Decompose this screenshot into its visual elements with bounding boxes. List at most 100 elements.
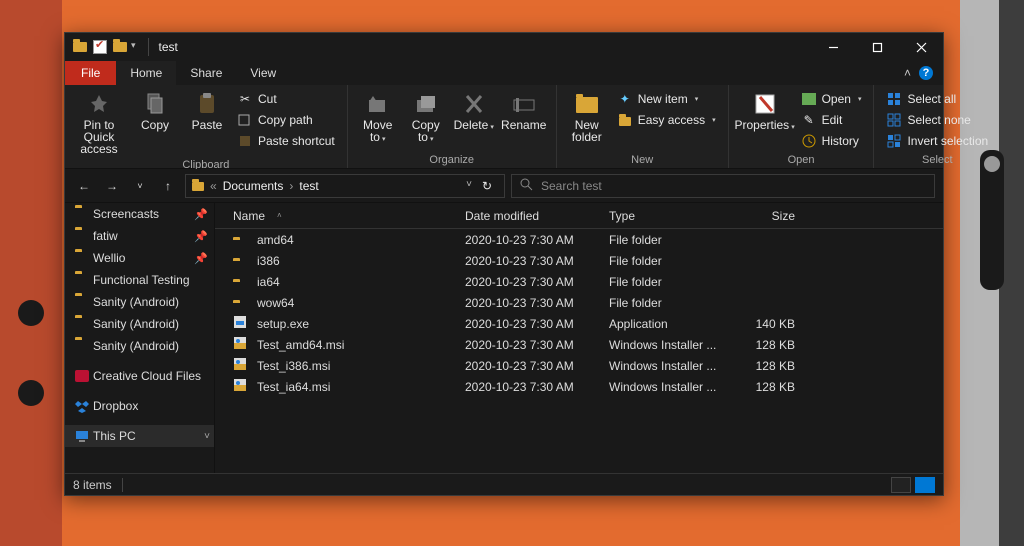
msi-icon [233, 336, 249, 353]
qat-customize-icon[interactable]: ▾ [131, 40, 136, 54]
easy-access-label: Easy access [638, 113, 705, 127]
close-button[interactable] [899, 33, 943, 61]
paste-shortcut-label: Paste shortcut [258, 134, 335, 148]
pin-icon: 📌 [194, 252, 208, 265]
paste-button[interactable]: Paste [185, 88, 229, 134]
invert-selection-label: Invert selection [907, 134, 988, 148]
chevron-right-icon[interactable]: › [289, 179, 293, 193]
tab-file[interactable]: File [65, 61, 116, 85]
new-folder-button[interactable]: New folder [565, 88, 609, 146]
file-type: File folder [609, 275, 729, 289]
table-row[interactable]: Test_i386.msi2020-10-23 7:30 AMWindows I… [215, 355, 943, 376]
table-row[interactable]: wow642020-10-23 7:30 AMFile folder [215, 292, 943, 313]
table-row[interactable]: Test_ia64.msi2020-10-23 7:30 AMWindows I… [215, 376, 943, 397]
edit-button[interactable]: ✎Edit [797, 111, 866, 129]
copy-icon [142, 91, 168, 117]
sidebar-dropbox-label: Dropbox [93, 399, 138, 413]
nav-up-button[interactable]: ↑ [157, 175, 179, 197]
minimize-button[interactable] [811, 33, 855, 61]
sidebar-item[interactable]: Sanity (Android) [65, 313, 214, 335]
copy-button[interactable]: Copy [129, 88, 181, 134]
exe-icon [233, 315, 249, 332]
titlebar[interactable]: ▾ test [65, 33, 943, 61]
expand-icon[interactable]: ˅ [204, 431, 210, 442]
help-icon[interactable]: ? [919, 66, 933, 80]
nav-forward-button[interactable]: → [101, 175, 123, 197]
properties-button[interactable]: Properties▾ [737, 88, 793, 137]
open-button[interactable]: Open▾ [797, 90, 866, 108]
sidebar-dropbox[interactable]: Dropbox [65, 395, 214, 417]
invert-selection-icon [886, 133, 902, 149]
new-item-label: New item [638, 92, 688, 106]
address-bar[interactable]: « Documents › test ˅ ↻ [185, 174, 505, 198]
sidebar-this-pc[interactable]: This PC ˅ [65, 425, 214, 447]
sidebar-item[interactable]: Sanity (Android) [65, 291, 214, 313]
nav-recent-button[interactable]: ˅ [129, 175, 151, 197]
table-row[interactable]: setup.exe2020-10-23 7:30 AMApplication14… [215, 313, 943, 334]
easy-access-icon [617, 112, 633, 128]
table-row[interactable]: i3862020-10-23 7:30 AMFile folder [215, 250, 943, 271]
rename-button[interactable]: Rename [500, 88, 548, 134]
tab-home[interactable]: Home [116, 61, 176, 85]
easy-access-button[interactable]: Easy access▾ [613, 111, 720, 129]
organize-group-label: Organize [356, 153, 548, 166]
sidebar-item[interactable]: fatiw📌 [65, 225, 214, 247]
file-explorer-window: ▾ test File Home Share View ˄ ? Pin to Q… [64, 32, 944, 496]
table-row[interactable]: ia642020-10-23 7:30 AMFile folder [215, 271, 943, 292]
ribbon-group-open: Properties▾ Open▾ ✎Edit History Open [729, 85, 875, 168]
copy-to-button[interactable]: Copy to▾ [404, 88, 448, 149]
view-large-icons-button[interactable] [915, 477, 935, 493]
column-name[interactable]: Name˄ [215, 209, 465, 223]
file-name: setup.exe [257, 317, 465, 331]
column-type[interactable]: Type [609, 209, 729, 223]
qat-properties-icon[interactable] [93, 40, 107, 54]
new-item-button[interactable]: ✦New item▾ [613, 90, 720, 108]
maximize-button[interactable] [855, 33, 899, 61]
move-to-button[interactable]: Move to▾ [356, 88, 400, 149]
search-icon [520, 178, 533, 194]
breadcrumb-current[interactable]: test [299, 179, 318, 193]
file-date: 2020-10-23 7:30 AM [465, 359, 609, 373]
sidebar-creative-cloud[interactable]: Creative Cloud Files [65, 365, 214, 387]
delete-button[interactable]: Delete▾ [452, 88, 496, 137]
cut-button[interactable]: ✂Cut [233, 90, 339, 108]
tab-view[interactable]: View [236, 61, 290, 85]
table-row[interactable]: Test_amd64.msi2020-10-23 7:30 AMWindows … [215, 334, 943, 355]
select-none-button[interactable]: Select none [882, 111, 992, 129]
tab-share[interactable]: Share [176, 61, 236, 85]
file-name: Test_i386.msi [257, 359, 465, 373]
qat-newfolder-icon[interactable] [113, 42, 127, 52]
ribbon-tabs: File Home Share View ˄ ? [65, 61, 943, 85]
search-input[interactable]: Search test [511, 174, 935, 198]
navigation-pane[interactable]: Screencasts📌fatiw📌Wellio📌Functional Test… [65, 203, 215, 473]
file-name: ia64 [257, 275, 465, 289]
sidebar-item[interactable]: Functional Testing [65, 269, 214, 291]
column-headers: Name˄ Date modified Type Size [215, 203, 943, 229]
view-details-button[interactable] [891, 477, 911, 493]
new-folder-label: New folder [567, 119, 607, 143]
invert-selection-button[interactable]: Invert selection [882, 132, 992, 150]
select-all-button[interactable]: Select all [882, 90, 992, 108]
file-list: Name˄ Date modified Type Size amd642020-… [215, 203, 943, 473]
pin-to-quick-access-button[interactable]: Pin to Quick access [73, 88, 125, 158]
table-row[interactable]: amd642020-10-23 7:30 AMFile folder [215, 229, 943, 250]
address-dropdown-icon[interactable]: ˅ [466, 179, 472, 193]
history-button[interactable]: History [797, 132, 866, 150]
breadcrumb-parent[interactable]: Documents [223, 179, 284, 193]
dropbox-icon [75, 400, 89, 415]
column-size[interactable]: Size [729, 209, 809, 223]
sidebar-item[interactable]: Wellio📌 [65, 247, 214, 269]
file-date: 2020-10-23 7:30 AM [465, 317, 609, 331]
copy-path-button[interactable]: Copy path [233, 111, 339, 129]
status-bar: 8 items [65, 473, 943, 495]
refresh-icon[interactable]: ↻ [482, 179, 492, 193]
sidebar-item[interactable]: Sanity (Android) [65, 335, 214, 357]
paste-shortcut-button[interactable]: Paste shortcut [233, 132, 339, 150]
select-none-label: Select none [907, 113, 970, 127]
file-name: amd64 [257, 233, 465, 247]
ribbon-collapse-icon[interactable]: ˄ [904, 66, 911, 80]
sidebar-item[interactable]: Screencasts📌 [65, 203, 214, 225]
nav-back-button[interactable]: ← [73, 175, 95, 197]
column-date[interactable]: Date modified [465, 209, 609, 223]
copy-to-label: Copy to▾ [406, 119, 446, 146]
